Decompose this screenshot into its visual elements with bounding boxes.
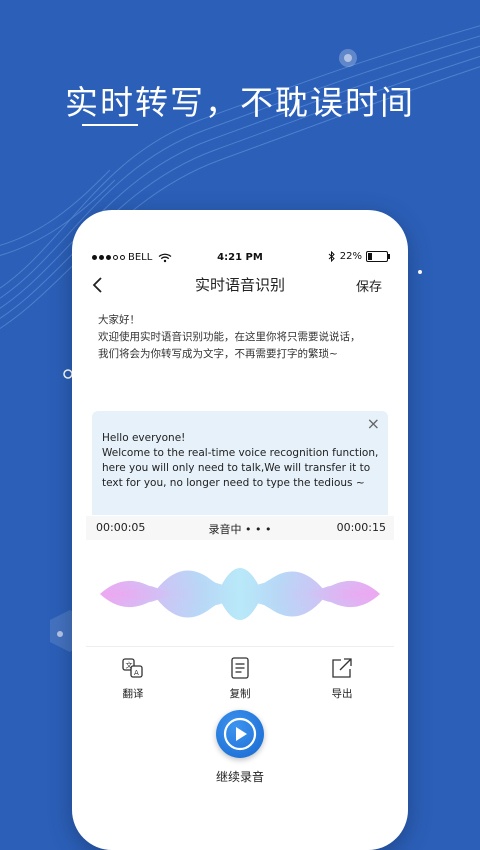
save-button[interactable]: 保存 (356, 276, 382, 295)
svg-text:文: 文 (126, 661, 133, 670)
copy-button[interactable]: 复制 (210, 657, 270, 701)
battery-icon (366, 251, 390, 262)
headline: 实时转写，不耽误时间 (65, 83, 415, 122)
copy-icon (231, 657, 249, 679)
recording-bar: 00:00:05 录音中 • • • 00:00:15 (86, 516, 394, 540)
total-time: 00:00:15 (336, 521, 386, 534)
translation-line: here you will only need to talk,We will … (102, 462, 371, 474)
copy-label: 复制 (229, 688, 251, 700)
translation-panel: × Hello everyone! Welcome to the real-ti… (92, 411, 388, 515)
battery-percent: 22% (339, 251, 362, 262)
play-icon (236, 727, 247, 741)
phone-screen: BELL 4:21 PM 22% 实时语音识别 保存 大家好！ 欢迎使用实时语音… (86, 248, 394, 808)
navigation-bar: 实时语音识别 保存 (86, 270, 394, 300)
translate-button[interactable]: 文 A 翻译 (103, 657, 163, 701)
voice-waveform (100, 568, 380, 620)
svg-text:A: A (134, 669, 139, 677)
page-title: 实时语音识别 (194, 276, 285, 294)
bluetooth-icon (328, 251, 335, 262)
transcript-text: 大家好！ 欢迎使用实时语音识别功能，在这里你将只需要说说话， 我们将会为你转写成… (98, 312, 388, 363)
status-bar: BELL 4:21 PM 22% (86, 248, 394, 268)
translation-line: Welcome to the real-time voice recogniti… (102, 447, 379, 459)
export-button[interactable]: 导出 (312, 657, 372, 701)
continue-recording-label: 继续录音 (215, 770, 264, 784)
translate-label: 翻译 (122, 688, 144, 700)
translation-line: Hello everyone! (102, 432, 186, 444)
headline-underline (82, 124, 138, 126)
export-label: 导出 (331, 688, 353, 700)
translate-icon: 文 A (122, 658, 143, 678)
action-toolbar: 文 A 翻译 复制 导出 (86, 646, 394, 707)
transcript-line: 我们将会为你转写成为文字，不再需要打字的繁琐~ (98, 348, 338, 360)
export-icon (332, 658, 352, 678)
transcript-line: 欢迎使用实时语音识别功能，在这里你将只需要说说话， (98, 331, 361, 343)
continue-recording-button[interactable] (216, 710, 264, 758)
translation-line: text for you, no longer need to type the… (102, 477, 365, 489)
transcript-line: 大家好！ (98, 314, 140, 326)
